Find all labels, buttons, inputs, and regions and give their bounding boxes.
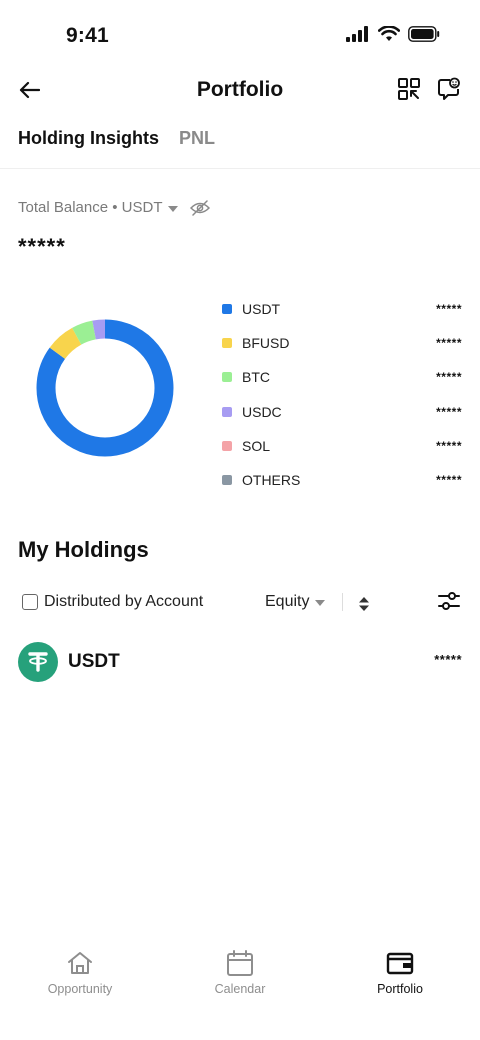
legend-label: USDC bbox=[242, 403, 282, 420]
holding-value: ***** bbox=[434, 652, 462, 667]
status-icons bbox=[346, 26, 440, 42]
nav-portfolio[interactable]: Portfolio bbox=[340, 940, 460, 996]
calendar-icon bbox=[227, 950, 253, 976]
total-balance-selector[interactable]: Total Balance • USDT bbox=[18, 199, 211, 216]
nav-label: Calendar bbox=[214, 982, 266, 996]
eye-off-icon[interactable] bbox=[190, 199, 211, 216]
legend-swatch bbox=[222, 440, 232, 451]
legend-label: OTHERS bbox=[242, 472, 301, 489]
legend-value: ***** bbox=[436, 473, 462, 488]
wifi-icon bbox=[378, 26, 400, 41]
signal-icon bbox=[346, 26, 368, 42]
filter-divider bbox=[342, 593, 343, 611]
nav-opportunity[interactable]: Opportunity bbox=[20, 940, 140, 996]
qr-code-icon bbox=[398, 78, 420, 100]
distributed-by-account-label[interactable]: Distributed by Account bbox=[44, 593, 203, 611]
holding-name: USDT bbox=[68, 651, 120, 672]
battery-icon bbox=[408, 26, 440, 42]
support-chat-button[interactable] bbox=[436, 76, 462, 102]
legend-swatch bbox=[222, 406, 232, 417]
legend-value: ***** bbox=[436, 302, 462, 317]
legend-value: ***** bbox=[436, 404, 462, 419]
legend-item-bfusd: BFUSD ***** bbox=[222, 326, 462, 360]
legend-item-others: OTHERS ***** bbox=[222, 463, 462, 497]
tab-holding-insights[interactable]: Holding Insights bbox=[18, 128, 159, 149]
legend-swatch bbox=[222, 475, 232, 486]
home-icon bbox=[68, 952, 92, 974]
tether-symbol bbox=[28, 652, 48, 672]
legend-label: SOL bbox=[242, 437, 271, 454]
allocation-donut-chart bbox=[36, 319, 174, 457]
header-actions bbox=[396, 76, 462, 102]
caret-down-icon bbox=[168, 205, 179, 212]
nav-calendar[interactable]: Calendar bbox=[180, 940, 300, 996]
tether-icon bbox=[18, 642, 58, 682]
status-time: 9:41 bbox=[66, 24, 109, 47]
legend-item-sol: SOL ***** bbox=[222, 429, 462, 463]
header: Portfolio bbox=[0, 70, 480, 110]
legend-value: ***** bbox=[436, 438, 462, 453]
bottom-nav: Opportunity Calendar Portfolio bbox=[0, 940, 480, 1010]
equity-sort-dropdown[interactable]: Equity bbox=[265, 593, 326, 611]
equity-label: Equity bbox=[265, 593, 310, 610]
sort-order-icon[interactable] bbox=[357, 596, 371, 612]
tabs-divider bbox=[0, 168, 480, 169]
status-bar: 9:41 bbox=[0, 0, 480, 64]
qr-scan-button[interactable] bbox=[396, 76, 422, 102]
legend-label: USDT bbox=[242, 301, 281, 318]
total-balance-label: Total Balance • USDT bbox=[18, 199, 163, 216]
tab-pnl[interactable]: PNL bbox=[179, 128, 215, 149]
legend-label: BFUSD bbox=[242, 335, 290, 352]
holdings-filter-row: Distributed by Account Equity bbox=[0, 590, 480, 616]
holdings-title: My Holdings bbox=[18, 537, 149, 562]
caret-down-icon bbox=[315, 600, 326, 606]
nav-label: Portfolio bbox=[377, 982, 423, 996]
legend-swatch bbox=[222, 372, 232, 383]
legend-item-usdc: USDC ***** bbox=[222, 395, 462, 429]
legend-item-btc: BTC ***** bbox=[222, 360, 462, 394]
allocation-legend: USDT ***** BFUSD ***** BTC ***** USDC **… bbox=[222, 292, 462, 497]
wallet-icon bbox=[386, 952, 414, 975]
distributed-by-account-checkbox[interactable] bbox=[22, 594, 38, 610]
legend-swatch bbox=[222, 338, 232, 349]
nav-label: Opportunity bbox=[47, 982, 113, 996]
legend-value: ***** bbox=[436, 336, 462, 351]
legend-value: ***** bbox=[436, 370, 462, 385]
filter-sliders-icon[interactable] bbox=[437, 590, 461, 612]
legend-item-usdt: USDT ***** bbox=[222, 292, 462, 326]
total-balance-value: ***** bbox=[18, 234, 66, 259]
legend-label: BTC bbox=[242, 369, 270, 386]
legend-swatch bbox=[222, 304, 232, 315]
holding-row-usdt[interactable]: USDT ***** bbox=[18, 642, 462, 682]
chat-smile-icon bbox=[438, 77, 460, 100]
insight-tabs: Holding Insights PNL bbox=[18, 128, 215, 149]
